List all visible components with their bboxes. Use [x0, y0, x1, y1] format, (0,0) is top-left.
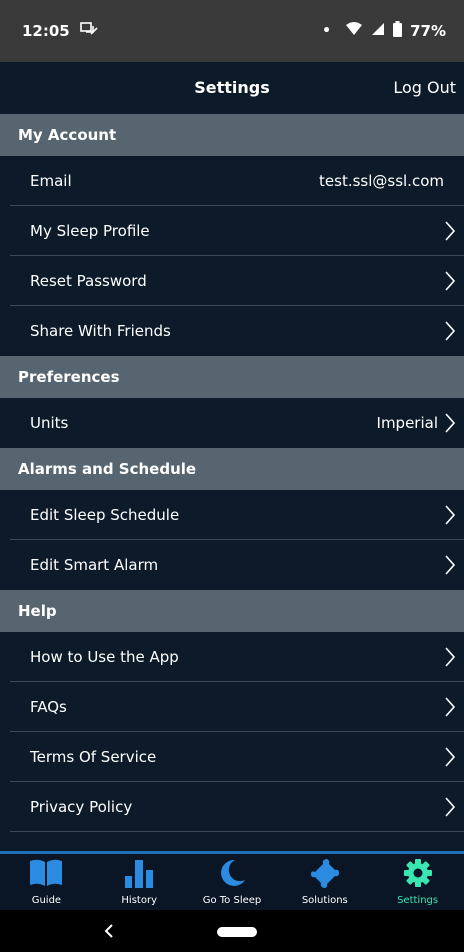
notification-icon [79, 22, 98, 40]
nav-header: Settings Log Out [0, 62, 464, 114]
chevron-right-icon [444, 540, 456, 590]
status-time: 12:05 [22, 22, 70, 40]
section-header-help: Help [0, 590, 464, 632]
gear-icon [403, 858, 433, 892]
row-edit-sleep-schedule[interactable]: Edit Sleep Schedule [0, 490, 464, 540]
row-email: Email test.ssl@ssl.com [0, 156, 464, 206]
row-share-with-friends[interactable]: Share With Friends [0, 306, 464, 356]
email-value: test.ssl@ssl.com [319, 172, 444, 190]
row-my-sleep-profile[interactable]: My Sleep Profile [0, 206, 464, 256]
how-to-label: How to Use the App [30, 648, 179, 666]
section-header-my-account: My Account [0, 114, 464, 156]
row-faqs[interactable]: FAQs [0, 682, 464, 732]
puzzle-icon [309, 858, 341, 892]
chevron-right-icon [444, 732, 456, 782]
share-label: Share With Friends [30, 322, 171, 340]
tab-go-to-sleep[interactable]: Go To Sleep [186, 854, 279, 910]
chevron-right-icon [444, 256, 456, 306]
tab-guide-label: Guide [31, 895, 62, 906]
section-header-alarms: Alarms and Schedule [0, 448, 464, 490]
tab-settings[interactable]: Settings [371, 854, 464, 910]
signal-icon [371, 22, 385, 40]
chevron-right-icon [444, 206, 456, 256]
email-label: Email [30, 172, 72, 190]
sleep-profile-label: My Sleep Profile [30, 222, 150, 240]
moon-icon [217, 858, 247, 892]
units-value: Imperial [376, 414, 438, 432]
row-terms[interactable]: Terms Of Service [0, 732, 464, 782]
terms-label: Terms Of Service [30, 748, 157, 766]
chevron-right-icon [444, 398, 456, 448]
tab-solutions-label: Solutions [301, 895, 348, 906]
tab-go-to-sleep-label: Go To Sleep [202, 895, 262, 906]
row-reset-password[interactable]: Reset Password [0, 256, 464, 306]
book-icon [28, 858, 64, 892]
privacy-label: Privacy Policy [30, 798, 133, 816]
settings-list: My Account Email test.ssl@ssl.com My Sle… [0, 114, 464, 832]
tab-history-label: History [121, 895, 157, 906]
notification-dot-icon: • [322, 23, 332, 39]
chevron-right-icon [444, 490, 456, 540]
wifi-icon [345, 22, 363, 40]
faqs-label: FAQs [30, 698, 67, 716]
status-bar: 12:05 • 77% [0, 0, 464, 62]
tab-solutions[interactable]: Solutions [278, 854, 371, 910]
tab-history[interactable]: History [93, 854, 186, 910]
logout-button[interactable]: Log Out [393, 62, 456, 114]
tab-guide[interactable]: Guide [0, 854, 93, 910]
row-units[interactable]: Units Imperial [0, 398, 464, 448]
edit-alarm-label: Edit Smart Alarm [30, 556, 159, 574]
row-privacy[interactable]: Privacy Policy [0, 782, 464, 832]
units-label: Units [30, 414, 69, 432]
back-icon[interactable] [100, 922, 118, 940]
chevron-right-icon [444, 782, 456, 832]
home-pill-button[interactable] [217, 927, 257, 937]
chevron-right-icon [444, 632, 456, 682]
section-header-preferences: Preferences [0, 356, 464, 398]
system-nav-bar [0, 910, 464, 952]
chevron-right-icon [444, 682, 456, 732]
tab-settings-label: Settings [397, 895, 439, 906]
row-edit-smart-alarm[interactable]: Edit Smart Alarm [0, 540, 464, 590]
edit-schedule-label: Edit Sleep Schedule [30, 506, 180, 524]
chevron-right-icon [444, 306, 456, 356]
battery-percent: 77% [410, 22, 446, 40]
battery-icon [393, 21, 403, 41]
tab-bar: Guide History Go To Sleep Solutions Sett… [0, 854, 464, 910]
bar-chart-icon [123, 858, 155, 892]
reset-password-label: Reset Password [30, 272, 147, 290]
row-how-to-use[interactable]: How to Use the App [0, 632, 464, 682]
